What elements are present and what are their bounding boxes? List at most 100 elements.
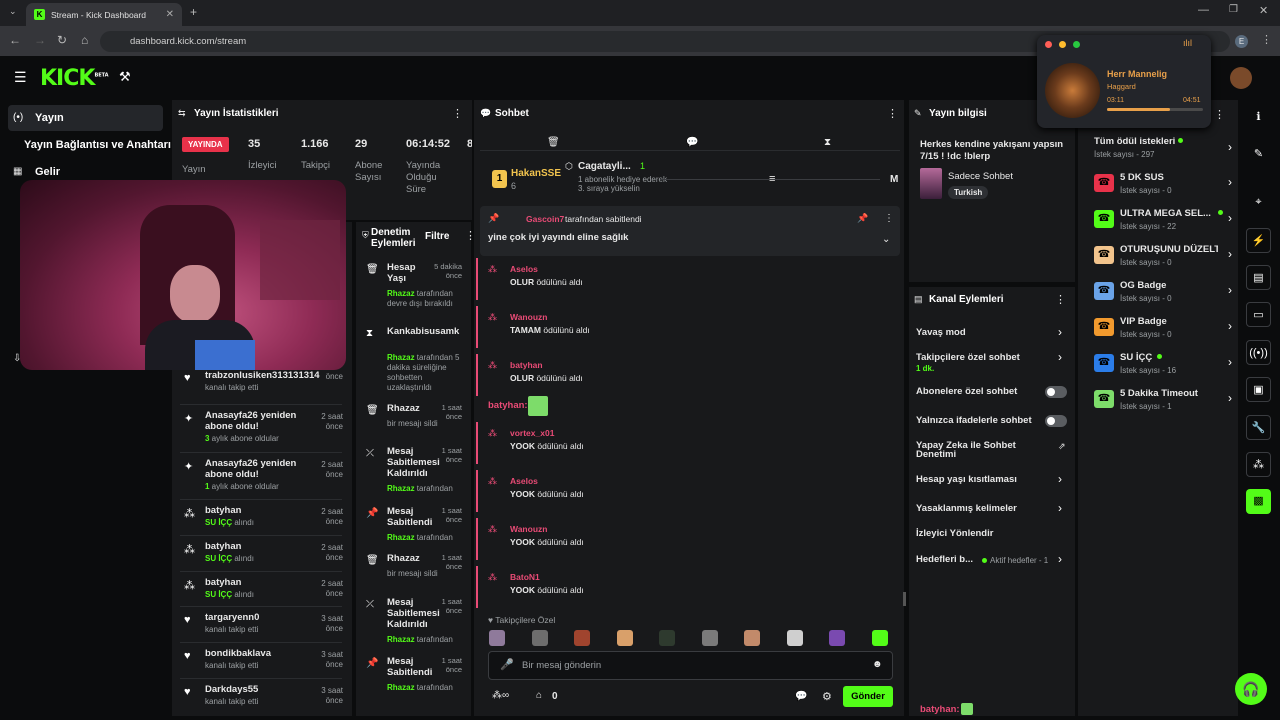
emoji-picker-icon[interactable]: ☻ bbox=[872, 659, 883, 670]
info-icon[interactable]: ℹ bbox=[1246, 105, 1271, 130]
activity-title[interactable]: bondikbaklava bbox=[205, 648, 315, 659]
chat-username[interactable]: BatoN1 bbox=[510, 572, 540, 582]
chat-username[interactable]: Wanouzn bbox=[510, 312, 547, 322]
bolt-icon[interactable]: ⚡ bbox=[1246, 228, 1271, 253]
chevron-right-icon[interactable]: › bbox=[1058, 552, 1062, 566]
profile-avatar[interactable]: E bbox=[1235, 35, 1248, 48]
channel-action-label[interactable]: Abonelere özel sohbet bbox=[916, 387, 1051, 397]
mod-action-title[interactable]: Kankabisusamk bbox=[387, 326, 459, 337]
mac-minimize-icon[interactable] bbox=[1059, 41, 1066, 48]
mod-action-title[interactable]: Rhazaz bbox=[387, 403, 429, 414]
maximize-icon[interactable]: ❐ bbox=[1229, 4, 1238, 15]
mod-action-actor[interactable]: Rhazaz bbox=[387, 353, 415, 362]
unpin-icon[interactable]: 📌 bbox=[857, 213, 868, 224]
mod-action-title[interactable]: Mesaj Sabitlendi bbox=[387, 656, 432, 678]
mod-action-actor[interactable]: Rhazaz bbox=[387, 289, 415, 298]
channel-action-label[interactable]: Hesap yaşı kısıtlaması bbox=[916, 475, 1051, 485]
reward-chevron-icon[interactable]: › bbox=[1228, 319, 1232, 333]
back-icon[interactable]: ← bbox=[9, 33, 21, 47]
leaderboard-more[interactable]: M bbox=[890, 174, 898, 185]
tab-search-icon[interactable]: ⌄ bbox=[9, 6, 17, 17]
reward-name[interactable]: SU İÇÇ bbox=[1120, 352, 1218, 363]
chat-tab-icon[interactable]: 💬 bbox=[686, 137, 698, 148]
gift-user-name[interactable]: Cagatayli... bbox=[578, 161, 631, 172]
mac-close-icon[interactable] bbox=[1045, 41, 1052, 48]
reward-chevron-icon[interactable]: › bbox=[1228, 211, 1232, 225]
chat-settings-bubble-icon[interactable]: 💬 bbox=[795, 691, 807, 702]
chat-username[interactable]: vortex_x01 bbox=[510, 428, 554, 438]
home-icon[interactable]: ⌂ bbox=[81, 33, 88, 47]
emote-2-icon[interactable] bbox=[531, 630, 548, 646]
emote-1-icon[interactable] bbox=[489, 630, 505, 646]
chat-bubble-icon[interactable]: ▭ bbox=[1246, 302, 1271, 327]
wrench-icon[interactable]: 🔧 bbox=[1246, 415, 1271, 440]
emote-3-icon[interactable] bbox=[574, 630, 590, 646]
browser-tab[interactable]: K Stream - Kick Dashboard ✕ bbox=[26, 3, 182, 26]
channel-actions-menu-icon[interactable]: ⋮ bbox=[1055, 293, 1066, 306]
mod-action-title[interactable]: Rhazaz bbox=[387, 553, 429, 564]
emote-7-icon[interactable] bbox=[744, 630, 760, 646]
store-icon[interactable]: ⌂ bbox=[536, 690, 542, 701]
activity-title[interactable]: trabzonlusiken313131314 bbox=[205, 370, 320, 381]
moderation-filter-button[interactable]: Filtre bbox=[425, 231, 449, 242]
kick-emote-icon[interactable]: ▩ bbox=[1246, 489, 1271, 514]
reward-name[interactable]: OG Badge bbox=[1120, 280, 1218, 291]
channel-action-label[interactable]: Takipçilere özel sohbet bbox=[916, 353, 1051, 363]
channel-action-label[interactable]: Yavaş mod bbox=[916, 328, 1051, 338]
close-tab-icon[interactable]: ✕ bbox=[166, 9, 174, 20]
activity-title[interactable]: batyhan bbox=[205, 541, 315, 552]
reward-name[interactable]: 5 DK SUS bbox=[1120, 172, 1218, 183]
chevron-right-icon[interactable]: › bbox=[1058, 472, 1062, 486]
chevron-right-icon[interactable]: › bbox=[1058, 325, 1062, 339]
emote-5-icon[interactable] bbox=[659, 630, 675, 646]
dots-icon[interactable]: ⁂ bbox=[1246, 452, 1271, 477]
emote-8-icon[interactable] bbox=[786, 630, 803, 646]
mod-action-actor[interactable]: Rhazaz bbox=[387, 484, 415, 493]
forward-icon[interactable]: → bbox=[34, 33, 46, 47]
nav-item-gelir[interactable]: Gelir bbox=[35, 166, 60, 178]
capture-icon[interactable]: ⌖ bbox=[1246, 190, 1271, 215]
channel-action-label[interactable]: Yalnızca ifadelerle sohbet bbox=[916, 416, 1051, 426]
kick-logo[interactable]: KICKBETA bbox=[40, 66, 109, 91]
reward-chevron-icon[interactable]: › bbox=[1228, 283, 1232, 297]
pinned-expand-icon[interactable]: ⌄ bbox=[882, 234, 890, 245]
minimize-icon[interactable]: — bbox=[1198, 4, 1209, 16]
points-icon[interactable]: ⁂∞ bbox=[492, 690, 509, 701]
inline-chat-user[interactable]: batyhan: bbox=[488, 400, 528, 411]
emote-4-icon[interactable] bbox=[616, 630, 633, 646]
chat-username[interactable]: Aselos bbox=[510, 264, 538, 274]
toggle-switch[interactable] bbox=[1045, 386, 1067, 398]
nav-item-stream-key[interactable]: Yayın Bağlantısı ve Anahtarı bbox=[24, 139, 171, 151]
reload-icon[interactable]: ↻ bbox=[57, 33, 67, 47]
reward-chevron-icon[interactable]: › bbox=[1228, 175, 1232, 189]
nav-item-stream-active[interactable] bbox=[8, 105, 163, 131]
chevron-right-icon[interactable]: › bbox=[1058, 501, 1062, 515]
pinned-by-user[interactable]: Gascoin7 bbox=[526, 214, 564, 224]
chevron-right-icon[interactable]: › bbox=[1058, 350, 1062, 364]
mod-action-title[interactable]: Mesaj Sabitlemesi Kaldırıldı bbox=[387, 597, 440, 630]
pinned-menu-icon[interactable]: ⋮ bbox=[884, 213, 894, 224]
mod-action-actor[interactable]: Rhazaz bbox=[387, 683, 415, 692]
activity-title[interactable]: targaryenn0 bbox=[205, 612, 315, 623]
mod-action-title[interactable]: Hesap Yaşı bbox=[387, 262, 429, 284]
tools-icon[interactable]: ⚒ bbox=[119, 69, 131, 85]
mod-action-title[interactable]: Mesaj Sabitlemesi Kaldırıldı bbox=[387, 446, 440, 479]
top-gifter-name[interactable]: HakanSSE bbox=[511, 168, 561, 179]
channel-action-label[interactable]: İzleyici Yönlendir bbox=[916, 529, 1051, 539]
broadcast-rail-icon[interactable]: ((•)) bbox=[1246, 340, 1271, 365]
reward-name[interactable]: ULTRA MEGA SEL... bbox=[1120, 208, 1218, 219]
reward-name[interactable]: VIP Badge bbox=[1120, 316, 1218, 327]
reward-chevron-icon[interactable]: › bbox=[1228, 247, 1232, 261]
new-tab-icon[interactable]: + bbox=[190, 5, 197, 19]
trash-tab-icon[interactable]: 🗑 bbox=[547, 137, 560, 148]
reward-chevron-icon[interactable]: › bbox=[1228, 391, 1232, 405]
chat-username[interactable]: Wanouzn bbox=[510, 524, 547, 534]
user-avatar[interactable] bbox=[1230, 67, 1252, 89]
emote-6-icon[interactable] bbox=[701, 630, 718, 646]
activity-title[interactable]: Anasayfa26 yeniden abone oldu! bbox=[205, 410, 315, 432]
hourglass-tab-icon[interactable]: ⧗ bbox=[824, 137, 831, 148]
category-name[interactable]: Sadece Sohbet bbox=[948, 171, 1013, 182]
all-rewards-chevron-icon[interactable]: › bbox=[1228, 140, 1232, 154]
activity-title[interactable]: batyhan bbox=[205, 505, 315, 516]
song-progress-track[interactable] bbox=[1107, 108, 1203, 111]
